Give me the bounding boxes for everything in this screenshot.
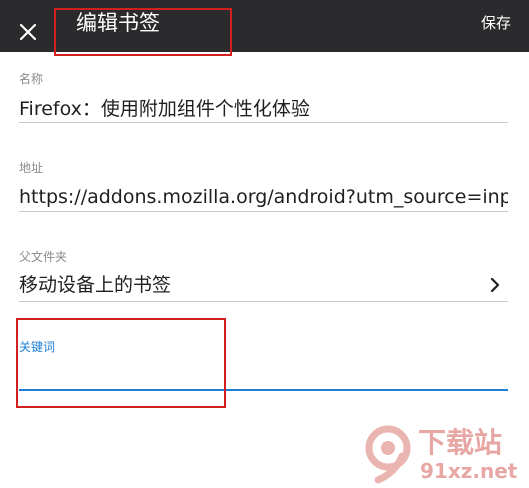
name-field[interactable]: [19, 93, 508, 123]
keyword-highlight-box: [16, 318, 226, 408]
name-field-label: 名称: [19, 72, 44, 86]
parent-folder-selector[interactable]: 移动设备上的书签: [19, 270, 508, 302]
close-button[interactable]: [8, 6, 48, 46]
watermark-text-bottom: 91xz.net: [420, 459, 518, 483]
watermark-text-top: 下载站: [418, 426, 502, 459]
chevron-right-icon: [490, 278, 500, 292]
parent-folder-label: 父文件夹: [19, 250, 68, 264]
save-button[interactable]: 保存: [481, 13, 511, 33]
watermark: 下载站 91xz.net: [358, 422, 526, 484]
address-field[interactable]: [19, 182, 508, 212]
close-icon: [20, 24, 36, 40]
address-field-label: 地址: [19, 161, 44, 175]
parent-folder-value: 移动设备上的书签: [19, 274, 172, 296]
watermark-logo-icon: 下载站 91xz.net: [365, 425, 518, 484]
title-highlight-box: [54, 8, 232, 56]
